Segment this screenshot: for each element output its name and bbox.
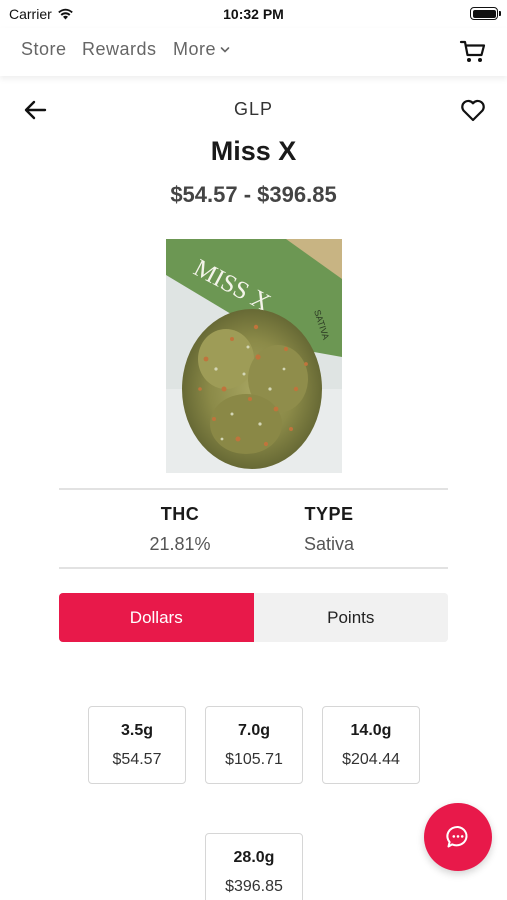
dollars-tab[interactable]: Dollars <box>59 593 254 642</box>
thc-info: THC 21.81% <box>120 504 240 555</box>
chat-button[interactable] <box>424 803 492 871</box>
option-weight: 14.0g <box>350 722 392 739</box>
weight-option[interactable]: 3.5g $54.57 <box>88 706 186 784</box>
pricing-toggle: Dollars Points <box>59 593 448 642</box>
thc-label: THC <box>160 504 200 524</box>
weight-option[interactable]: 7.0g $105.71 <box>205 706 303 784</box>
cart-icon[interactable] <box>459 37 487 65</box>
product-image: MISS X SATIVA <box>166 239 342 473</box>
info-divider-bottom <box>59 567 448 569</box>
weight-option[interactable]: 14.0g $204.44 <box>322 706 420 784</box>
option-price: $396.85 <box>225 878 283 895</box>
top-nav: Store Rewards More <box>0 28 507 76</box>
option-price: $105.71 <box>225 751 283 768</box>
product-brand[interactable]: GLP <box>0 99 507 120</box>
type-label: TYPE <box>304 504 354 524</box>
chevron-down-icon <box>220 46 230 53</box>
option-price: $54.57 <box>112 751 162 768</box>
product-title: Miss X <box>210 136 297 166</box>
nav-more-menu[interactable]: More <box>173 39 230 60</box>
battery-icon <box>470 7 501 20</box>
type-value: Sativa <box>303 534 355 554</box>
price-range: $54.57 - $396.85 <box>170 182 337 207</box>
option-weight: 3.5g <box>120 722 153 739</box>
option-weight: 28.0g <box>233 849 275 866</box>
nav-more-label: More <box>173 39 217 59</box>
heart-icon[interactable] <box>459 96 487 124</box>
weight-option[interactable]: 28.0g $396.85 <box>205 833 303 900</box>
option-price: $204.44 <box>342 751 400 768</box>
thc-value: 21.81% <box>149 534 211 554</box>
info-divider-top <box>59 488 448 490</box>
nav-rewards-link[interactable]: Rewards <box>82 39 157 60</box>
status-bar: Carrier 10:32 PM <box>0 0 507 28</box>
option-weight: 7.0g <box>237 722 270 739</box>
chat-bubble-icon <box>446 826 468 848</box>
nav-store-link[interactable]: Store <box>21 39 67 60</box>
points-tab[interactable]: Points <box>253 593 448 642</box>
status-time: 10:32 PM <box>223 6 284 22</box>
type-info: TYPE Sativa <box>269 504 389 555</box>
